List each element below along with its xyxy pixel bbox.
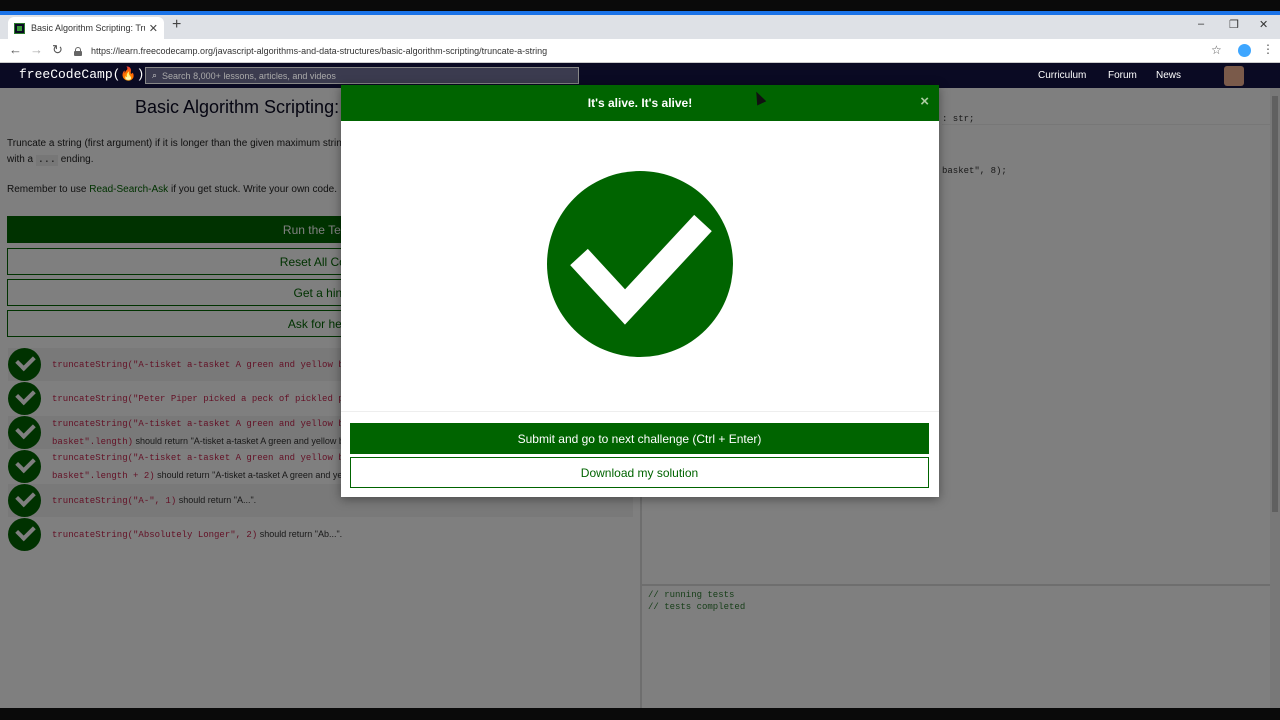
- extension-icon[interactable]: [1238, 44, 1251, 57]
- fcc-favicon-icon: [14, 22, 25, 34]
- url-field[interactable]: https://learn.freecodecamp.org/javascrip…: [74, 42, 1204, 60]
- browser-tab[interactable]: Basic Algorithm Scripting: Trunc ✕: [8, 17, 164, 39]
- search-icon: ⌕: [152, 70, 158, 80]
- browser-tab-strip: Basic Algorithm Scripting: Trunc ✕ + – ❐…: [0, 15, 1280, 39]
- close-window-button[interactable]: ✕: [1259, 18, 1268, 31]
- screen-bottom-band: [0, 708, 1280, 720]
- success-modal: It's alive. It's alive! × Submit and go …: [341, 85, 939, 497]
- modal-header: It's alive. It's alive! ×: [341, 85, 939, 121]
- download-solution-button[interactable]: Download my solution: [350, 457, 929, 488]
- fcc-logo[interactable]: freeCodeCamp(🔥): [19, 67, 144, 82]
- avatar[interactable]: [1224, 66, 1244, 86]
- tab-close-icon[interactable]: ✕: [149, 22, 158, 35]
- tab-title: Basic Algorithm Scripting: Trunc: [31, 23, 145, 33]
- address-bar: ← → ↻ https://learn.freecodecamp.org/jav…: [0, 39, 1280, 63]
- search-input[interactable]: ⌕ Search 8,000+ lessons, articles, and v…: [145, 67, 579, 84]
- modal-divider: [341, 411, 939, 412]
- url-text: https://learn.freecodecamp.org/javascrip…: [91, 46, 548, 56]
- success-check-icon: [547, 171, 733, 357]
- submit-next-button[interactable]: Submit and go to next challenge (Ctrl + …: [350, 423, 929, 454]
- new-tab-button[interactable]: +: [172, 16, 181, 34]
- minimize-button[interactable]: –: [1198, 18, 1204, 30]
- bookmark-star-icon[interactable]: ☆: [1211, 43, 1222, 57]
- forward-arrow-icon[interactable]: →: [30, 42, 43, 57]
- menu-kebab-icon[interactable]: ⋮: [1262, 42, 1274, 56]
- reload-icon[interactable]: ↻: [52, 42, 63, 58]
- lock-icon: [74, 46, 82, 56]
- checkmark-icon: [570, 214, 712, 325]
- nav-forum-link[interactable]: Forum: [1108, 70, 1137, 81]
- modal-title: It's alive. It's alive!: [587, 96, 693, 110]
- close-icon[interactable]: ×: [920, 94, 929, 109]
- back-arrow-icon[interactable]: ←: [9, 42, 22, 57]
- search-placeholder: Search 8,000+ lessons, articles, and vid…: [162, 70, 336, 81]
- restore-button[interactable]: ❐: [1229, 18, 1239, 31]
- nav-curriculum-link[interactable]: Curriculum: [1038, 70, 1086, 81]
- screen-top-band: [0, 0, 1280, 11]
- nav-news-link[interactable]: News: [1156, 70, 1181, 81]
